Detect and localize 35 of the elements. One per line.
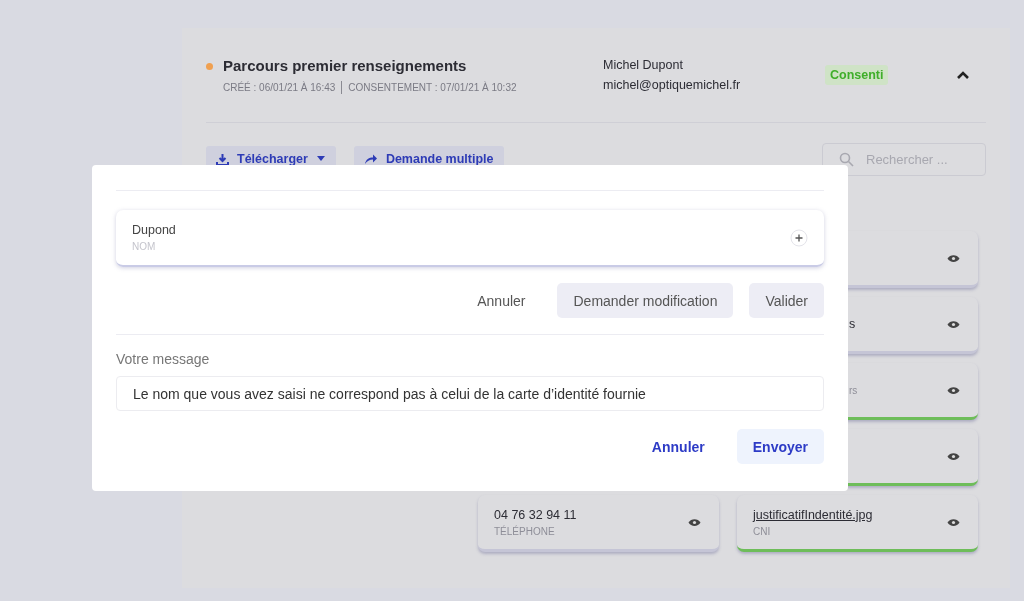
card-value: 04 76 32 94 11 (494, 507, 577, 522)
chevron-icon[interactable] (956, 70, 970, 80)
cancel-link[interactable]: Annuler (635, 429, 721, 464)
contact-name: Michel Dupont (603, 58, 684, 72)
contact-email: michel@optiquemichel.fr (603, 78, 742, 92)
cancel-button[interactable]: Annuler (461, 283, 542, 318)
journey-title: Parcours premier renseignements (223, 56, 468, 74)
card-label: CNI (753, 525, 772, 537)
caret-icon (315, 156, 326, 162)
forward-arrow-icon (363, 153, 378, 165)
eye-icon[interactable] (947, 517, 960, 527)
request-change-button[interactable]: Demander modification (557, 283, 734, 318)
card-label: rs (849, 384, 858, 396)
status-dot (206, 62, 213, 70)
eye-icon[interactable] (947, 451, 960, 461)
message-label: Votre message (116, 351, 211, 367)
download-icon (216, 152, 229, 166)
file-link[interactable]: justificatifIndentité.jpg (753, 507, 873, 522)
document-card[interactable]: 04 76 32 94 11 TÉLÉPHONE (478, 495, 719, 552)
name-field[interactable]: Dupond NOM (116, 210, 824, 267)
status-badge: Consenti (825, 65, 889, 85)
eye-icon[interactable] (947, 253, 960, 263)
document-card[interactable]: justificatifIndentité.jpg CNI (737, 495, 978, 552)
validate-button[interactable]: Valider (749, 283, 824, 318)
eye-icon[interactable] (947, 319, 960, 329)
plus-icon[interactable] (790, 228, 808, 247)
search-icon (839, 151, 854, 167)
message-field[interactable]: Le nom que vous avez saisi ne correspond pas à celui de la carte d’identité fournie (116, 376, 824, 411)
card-label: TÉLÉPHONE (494, 525, 556, 537)
eye-icon[interactable] (947, 385, 960, 395)
send-button[interactable]: Envoyer (736, 429, 824, 464)
created-date: CRÉÉ : 06/01/21 À 16:43 (223, 81, 336, 93)
consent-date: CONSENTEMENT : 07/01/21 À 10:32 (348, 81, 517, 93)
eye-icon[interactable] (688, 517, 701, 527)
card-value: s (849, 317, 856, 331)
